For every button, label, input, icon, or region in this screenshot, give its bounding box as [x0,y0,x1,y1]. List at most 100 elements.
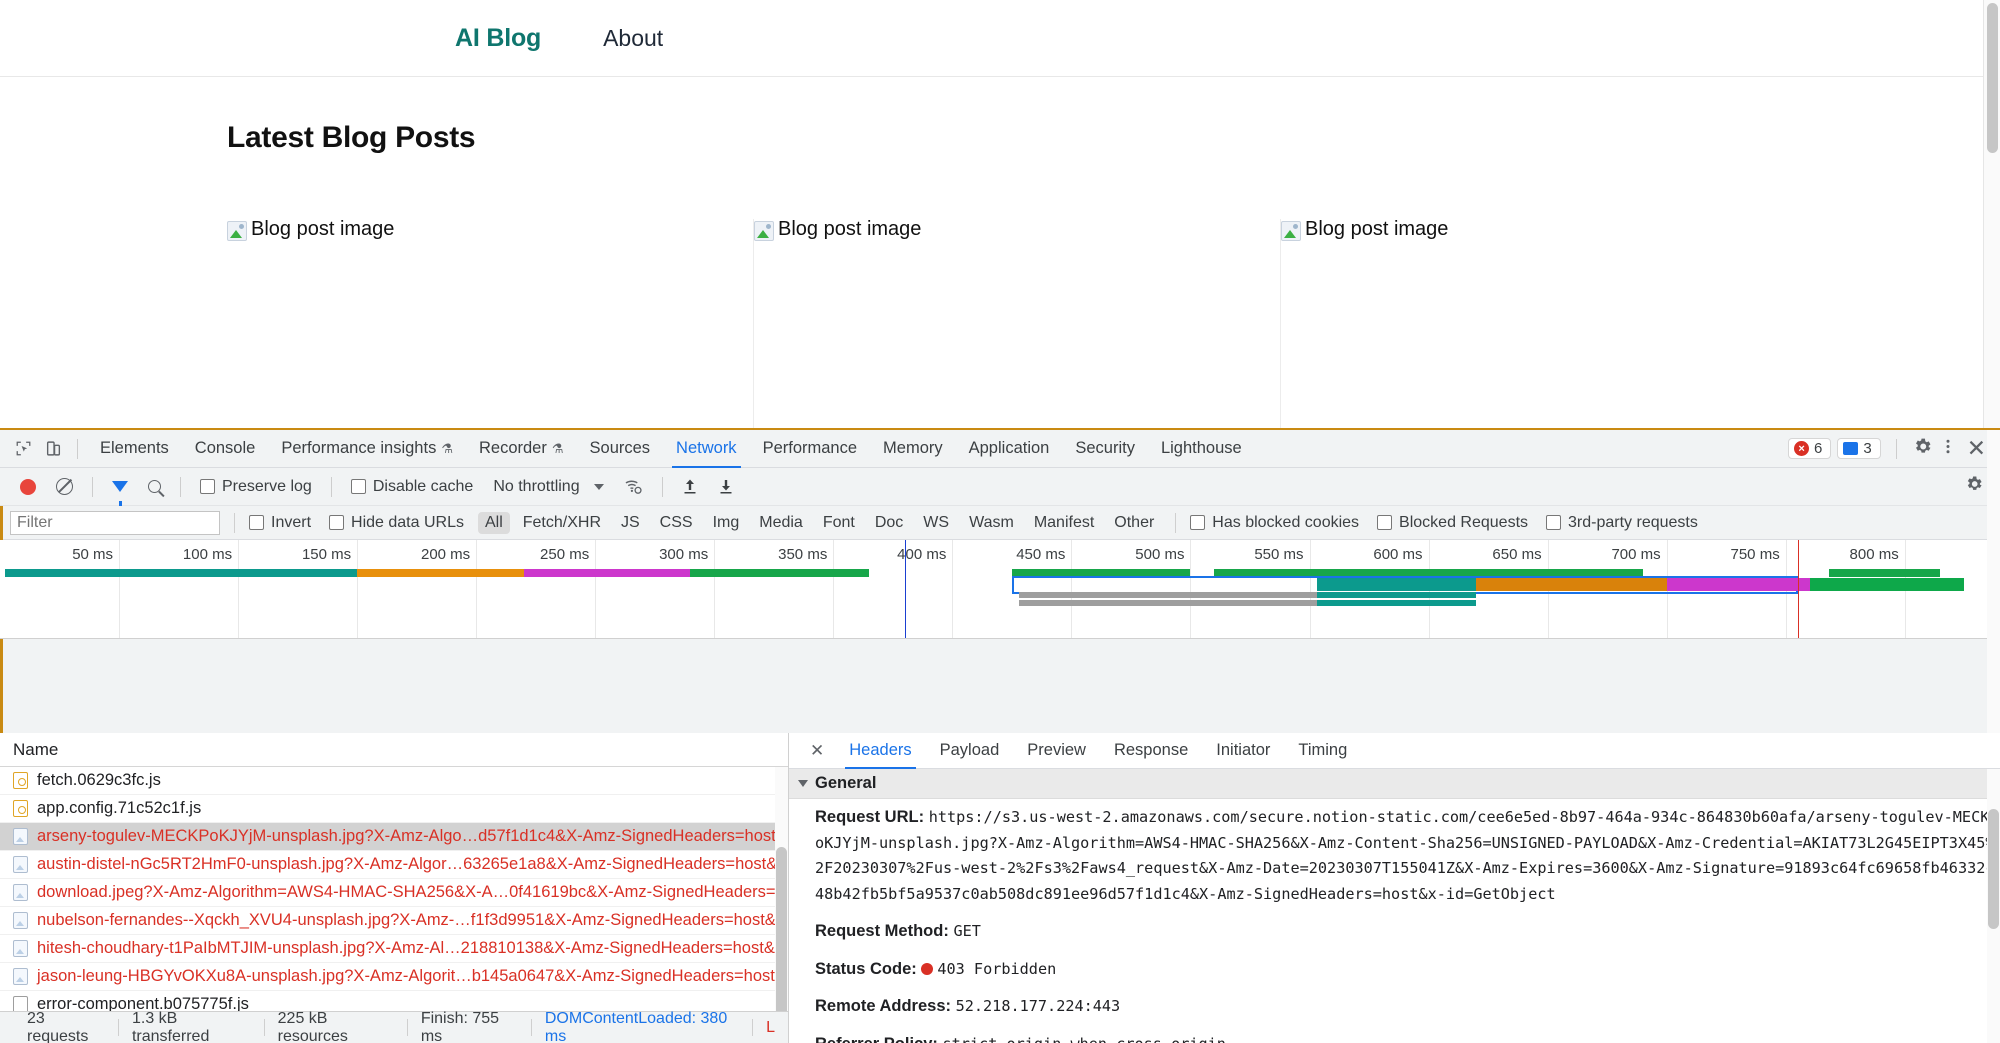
blog-card[interactable]: Blog post image Top 5 AI Trends for Soft… [754,219,1281,428]
disable-cache-checkbox[interactable]: Disable cache [341,478,484,496]
request-name: jason-leung-HBGYvOKXu8A-unsplash.jpg?X-A… [37,967,788,986]
details-tab-initiator[interactable]: Initiator [1202,733,1284,769]
devtools-tab-memory[interactable]: Memory [870,430,956,468]
request-rows-container: fetch.0629c3fc.jsapp.config.71c52c1f.jsa… [0,767,788,1043]
filter-type-css[interactable]: CSS [653,512,700,534]
devtools-tab-lighthouse[interactable]: Lighthouse [1148,430,1255,468]
details-tab-preview[interactable]: Preview [1013,733,1100,769]
blog-card[interactable]: Blog post image 5 ways GitHub Copilot ca… [1281,219,1808,428]
request-row[interactable]: austin-distel-nGc5RT2HmF0-unsplash.jpg?X… [0,851,788,879]
timeline-tick-label: 150 ms [302,546,357,563]
timeline-bar [524,569,691,577]
request-url-value: https://s3.us-west-2.amazonaws.com/secur… [815,808,1999,903]
invert-checkbox[interactable]: Invert [249,514,311,532]
request-list-scrollbar-thumb[interactable] [776,847,787,1037]
hide-data-urls-checkbox[interactable]: Hide data URLs [329,514,464,532]
tab-label: Recorder [479,439,547,458]
filter-type-other[interactable]: Other [1107,512,1161,534]
timeline-bar [1317,592,1477,598]
timeline-tick-label: 450 ms [1016,546,1071,563]
filter-toggle-button[interactable] [102,481,138,492]
request-row[interactable]: fetch.0629c3fc.js [0,767,788,795]
devtools-tab-sources[interactable]: Sources [577,430,664,468]
has-blocked-cookies-checkbox[interactable]: Has blocked cookies [1190,514,1359,532]
timeline-gridline [595,540,596,638]
status-finish: Finish: 755 ms [408,1010,531,1043]
devtools-tab-application[interactable]: Application [956,430,1063,468]
hide-data-urls-label: Hide data URLs [351,514,464,532]
request-row[interactable]: nubelson-fernandes--Xqckh_XVU4-unsplash.… [0,907,788,935]
page-scrollbar[interactable] [1983,0,2000,428]
blocked-requests-checkbox[interactable]: Blocked Requests [1377,514,1528,532]
more-options-icon[interactable] [1939,436,1957,462]
details-scrollbar-thumb[interactable] [1988,809,1999,929]
filter-input[interactable] [10,511,220,535]
search-button[interactable] [138,480,171,493]
request-list-scrollbar[interactable] [775,767,788,1011]
close-details-icon[interactable]: ✕ [799,741,835,761]
timeline-tick-label: 300 ms [659,546,714,563]
record-button[interactable] [10,479,46,495]
devtools-tab-security[interactable]: Security [1062,430,1148,468]
filter-type-ws[interactable]: WS [916,512,956,534]
request-row[interactable]: app.config.71c52c1f.js [0,795,788,823]
network-overview-timeline[interactable]: 50 ms100 ms150 ms200 ms250 ms300 ms350 m… [0,540,2000,639]
general-section-header[interactable]: General [789,769,2000,799]
page-scrollbar-thumb[interactable] [1987,3,1998,153]
filter-type-all[interactable]: All [478,512,510,534]
nav-brand-ai-blog[interactable]: AI Blog [455,24,541,53]
throttling-select[interactable]: No throttling [483,478,613,496]
request-row[interactable]: jason-leung-HBGYvOKXu8A-unsplash.jpg?X-A… [0,963,788,991]
remote-address-value: 52.218.177.224:443 [956,997,1121,1015]
devtools-tab-recorder[interactable]: Recorder⚗ [466,430,577,468]
timeline-gridline [714,540,715,638]
filter-type-media[interactable]: Media [752,512,810,534]
timeline-gridline [238,540,239,638]
timeline-tick-label: 800 ms [1850,546,1905,563]
filter-type-js[interactable]: JS [614,512,647,534]
blog-card[interactable]: Blog post image Developing an AI-powered… [227,219,754,428]
timeline-bar [1476,578,1666,591]
image-file-icon [13,968,28,985]
request-row[interactable]: hitesh-choudhary-t1PaIbMTJIM-unsplash.jp… [0,935,788,963]
devtools-tab-performance-insights[interactable]: Performance insights⚗ [268,430,466,468]
toolbar-separator [331,477,332,497]
details-tab-payload[interactable]: Payload [926,733,1014,769]
details-tab-headers[interactable]: Headers [835,733,925,769]
message-count-badge[interactable]: 3 [1837,438,1880,459]
settings-gear-icon[interactable] [1912,436,1933,462]
devtools-tab-network[interactable]: Network [663,430,750,468]
network-conditions-button[interactable] [614,478,653,495]
filter-type-doc[interactable]: Doc [868,512,910,534]
filter-type-fetch-xhr[interactable]: Fetch/XHR [516,512,608,534]
status-code-value: 403 Forbidden [937,960,1056,978]
timeline-bar [1317,600,1477,606]
timeline-marker-domcontentloaded [905,540,907,638]
inspect-element-icon[interactable] [8,435,38,463]
devtools-tab-performance[interactable]: Performance [750,430,870,468]
error-count-badge[interactable]: × 6 [1788,438,1831,459]
referrer-policy-row: Referrer Policy: strict-origin-when-cros… [789,1026,2000,1043]
preserve-log-checkbox[interactable]: Preserve log [190,478,322,496]
device-toolbar-icon[interactable] [38,435,68,463]
details-tab-timing[interactable]: Timing [1284,733,1361,769]
close-devtools-icon[interactable]: ✕ [1963,437,1986,460]
devtools-tab-elements[interactable]: Elements [87,430,182,468]
request-row[interactable]: download.jpeg?X-Amz-Algorithm=AWS4-HMAC-… [0,879,788,907]
filter-type-wasm[interactable]: Wasm [962,512,1021,534]
devtools-toolbar-right: × 6 3 ✕ [1788,436,2000,462]
message-count: 3 [1863,440,1871,457]
nav-link-about[interactable]: About [603,25,663,52]
import-har-button[interactable] [672,478,708,495]
request-row[interactable]: arseny-togulev-MECKPoKJYjM-unsplash.jpg?… [0,823,788,851]
filter-type-manifest[interactable]: Manifest [1027,512,1101,534]
filter-type-img[interactable]: Img [706,512,747,534]
details-scrollbar[interactable] [1987,769,2000,1043]
clear-button[interactable] [46,478,83,495]
devtools-tab-console[interactable]: Console [182,430,269,468]
details-tab-response[interactable]: Response [1100,733,1202,769]
filter-type-font[interactable]: Font [816,512,862,534]
third-party-requests-checkbox[interactable]: 3rd-party requests [1546,514,1698,532]
export-har-button[interactable] [708,478,744,495]
broken-image-placeholder: Blog post image [754,219,1258,419]
